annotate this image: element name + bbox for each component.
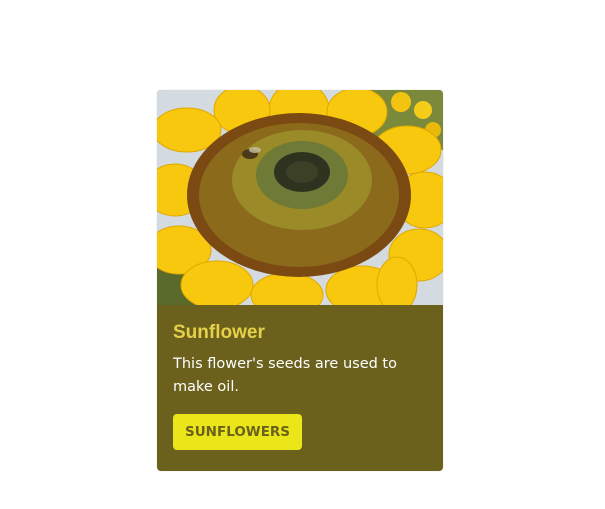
- sunflower-card: Sunflower This flower's seeds are used t…: [157, 90, 443, 471]
- sunflower-photo: [157, 90, 443, 305]
- card-body: Sunflower This flower's seeds are used t…: [157, 305, 443, 450]
- sunflowers-button[interactable]: SUNFLOWERS: [173, 414, 303, 450]
- card-title: Sunflower: [173, 322, 265, 343]
- card-description: This flower's seeds are used to make oil…: [173, 356, 397, 395]
